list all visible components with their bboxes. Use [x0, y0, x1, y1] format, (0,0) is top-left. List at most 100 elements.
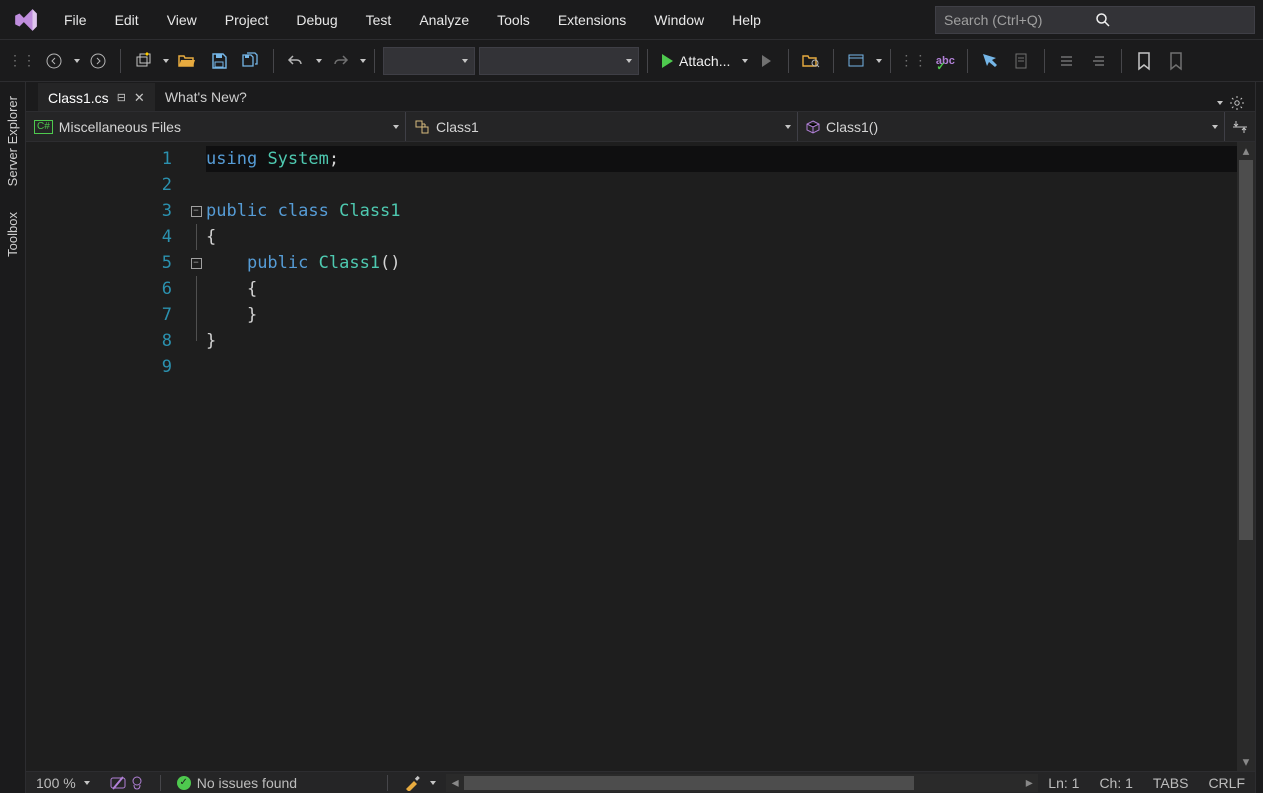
line-number: 3: [26, 198, 186, 224]
solution-platform-combo[interactable]: [479, 47, 639, 75]
fold-gutter[interactable]: [186, 146, 206, 172]
drag-handle-icon[interactable]: ⋮⋮: [8, 47, 36, 75]
bookmark-button[interactable]: [1130, 47, 1158, 75]
drag-handle-icon[interactable]: ⋮⋮: [899, 47, 927, 75]
fold-gutter[interactable]: [186, 276, 206, 302]
find-in-files-button[interactable]: [797, 47, 825, 75]
search-box[interactable]: Search (Ctrl+Q): [935, 6, 1255, 34]
menu-file[interactable]: File: [52, 8, 99, 32]
redo-button[interactable]: [326, 47, 354, 75]
vs-logo-icon: [12, 6, 40, 34]
menu-debug[interactable]: Debug: [284, 8, 349, 32]
chevron-down-icon[interactable]: [742, 59, 748, 63]
menu-tools[interactable]: Tools: [485, 8, 542, 32]
chevron-down-icon[interactable]: [316, 59, 322, 63]
undo-button[interactable]: [282, 47, 310, 75]
bookmark-prev-button[interactable]: [1162, 47, 1190, 75]
issues-status[interactable]: ✓ No issues found: [167, 775, 307, 791]
new-project-button[interactable]: [129, 47, 157, 75]
split-button[interactable]: [1225, 112, 1255, 141]
nav-class-combo[interactable]: Class1: [406, 112, 798, 141]
select-element-button[interactable]: [976, 47, 1004, 75]
tabs-overflow-icon[interactable]: [1217, 101, 1223, 105]
fold-gutter[interactable]: −: [186, 250, 206, 276]
fold-gutter[interactable]: [186, 328, 206, 354]
code-line[interactable]: }: [206, 328, 1237, 354]
scroll-right-icon[interactable]: ▸: [1020, 774, 1038, 792]
fold-gutter[interactable]: [186, 354, 206, 380]
line-number: 6: [26, 276, 186, 302]
status-line[interactable]: Ln: 1: [1038, 775, 1089, 791]
tab-label: What's New?: [165, 89, 247, 105]
horizontal-scrollbar[interactable]: ◂ ▸: [446, 774, 1038, 792]
code-line[interactable]: [206, 172, 1237, 198]
pin-icon[interactable]: ⊟: [117, 91, 126, 104]
intellicode-icon[interactable]: [100, 775, 154, 791]
chevron-down-icon[interactable]: [163, 59, 169, 63]
start-without-debug-button[interactable]: [752, 47, 780, 75]
code-line[interactable]: }: [206, 302, 1237, 328]
gear-icon[interactable]: [1229, 95, 1245, 111]
code-editor[interactable]: 123456789 −− using System;public class C…: [26, 142, 1255, 771]
line-number: 4: [26, 224, 186, 250]
scroll-down-icon[interactable]: ▾: [1241, 753, 1251, 771]
menu-test[interactable]: Test: [354, 8, 404, 32]
screwdriver-icon[interactable]: [394, 775, 446, 791]
open-file-button[interactable]: [173, 47, 201, 75]
code-line[interactable]: public class Class1: [206, 198, 1237, 224]
chevron-down-icon[interactable]: [74, 59, 80, 63]
scroll-up-icon[interactable]: ▴: [1241, 142, 1251, 160]
tab-class1[interactable]: Class1.cs ⊟ ✕: [38, 83, 155, 111]
search-placeholder: Search (Ctrl+Q): [944, 12, 1095, 28]
search-icon: [1095, 12, 1246, 28]
scroll-thumb[interactable]: [464, 776, 914, 790]
sidetab-server-explorer[interactable]: Server Explorer: [3, 92, 22, 190]
nav-back-button[interactable]: [40, 47, 68, 75]
chevron-down-icon: [1212, 125, 1218, 129]
menu-project[interactable]: Project: [213, 8, 281, 32]
status-eol[interactable]: CRLF: [1198, 775, 1255, 791]
code-line[interactable]: {: [206, 224, 1237, 250]
solution-config-combo[interactable]: [383, 47, 475, 75]
attach-button[interactable]: Attach...: [656, 47, 736, 75]
tab-whats-new[interactable]: What's New?: [155, 83, 257, 111]
format-doc-button[interactable]: [1008, 47, 1036, 75]
save-button[interactable]: [205, 47, 233, 75]
close-icon[interactable]: ✕: [134, 90, 145, 106]
fold-gutter[interactable]: [186, 302, 206, 328]
nav-member-combo[interactable]: Class1(): [798, 112, 1225, 141]
comment-button[interactable]: [1053, 47, 1081, 75]
code-line[interactable]: {: [206, 276, 1237, 302]
chevron-down-icon[interactable]: [876, 59, 882, 63]
spellcheck-button[interactable]: abc✓: [931, 47, 959, 75]
code-line[interactable]: [206, 354, 1237, 380]
chevron-down-icon: [393, 125, 399, 129]
scroll-left-icon[interactable]: ◂: [446, 774, 464, 792]
menu-window[interactable]: Window: [642, 8, 716, 32]
menu-help[interactable]: Help: [720, 8, 773, 32]
fold-gutter[interactable]: [186, 224, 206, 250]
fold-gutter[interactable]: [186, 172, 206, 198]
chevron-down-icon[interactable]: [360, 59, 366, 63]
menu-analyze[interactable]: Analyze: [407, 8, 481, 32]
nav-project-combo[interactable]: C# Miscellaneous Files: [26, 112, 406, 141]
sidetab-toolbox[interactable]: Toolbox: [3, 208, 22, 261]
menu-edit[interactable]: Edit: [103, 8, 151, 32]
nav-fwd-button[interactable]: [84, 47, 112, 75]
menu-extensions[interactable]: Extensions: [546, 8, 638, 32]
scroll-thumb[interactable]: [1239, 160, 1253, 540]
chevron-down-icon: [430, 781, 436, 785]
browser-link-button[interactable]: [842, 47, 870, 75]
menu-view[interactable]: View: [155, 8, 209, 32]
line-number: 7: [26, 302, 186, 328]
code-line[interactable]: public Class1(): [206, 250, 1237, 276]
status-indent[interactable]: TABS: [1143, 775, 1199, 791]
vertical-scrollbar[interactable]: ▴ ▾: [1237, 142, 1255, 771]
line-number: 9: [26, 354, 186, 380]
zoom-combo[interactable]: 100 %: [26, 775, 100, 791]
fold-gutter[interactable]: −: [186, 198, 206, 224]
save-all-button[interactable]: [237, 47, 265, 75]
code-line[interactable]: using System;: [206, 146, 1237, 172]
uncomment-button[interactable]: [1085, 47, 1113, 75]
status-col[interactable]: Ch: 1: [1089, 775, 1142, 791]
